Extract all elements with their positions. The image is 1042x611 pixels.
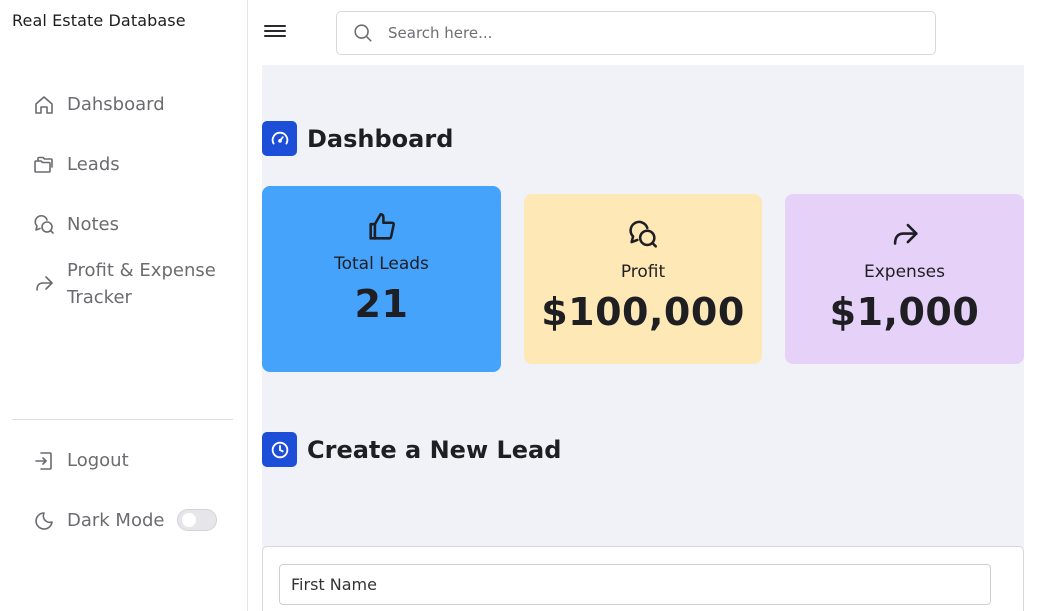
toggle-knob [182, 513, 196, 527]
share-arrow-icon [32, 272, 56, 296]
dark-mode-toggle[interactable] [177, 509, 217, 531]
folders-icon [32, 153, 56, 177]
dark-mode-label: Dark Mode [67, 510, 165, 531]
page-title: Dashboard [307, 124, 454, 153]
menu-toggle-icon[interactable] [263, 22, 287, 42]
sidebar-item-label: Dahsboard [67, 94, 165, 115]
first-name-field[interactable] [279, 564, 991, 605]
chat-bubbles-icon [524, 218, 762, 252]
speedometer-icon [262, 121, 297, 156]
card-label: Profit [620, 262, 666, 282]
sidebar: Real Estate Database Dahsboard Leads Not… [0, 0, 248, 611]
brand-title: Real Estate Database [12, 11, 186, 30]
dashboard-header: Dashboard [262, 121, 453, 156]
sidebar-item-label: Leads [67, 154, 120, 175]
card-value: $100,000 [541, 290, 745, 334]
card-value: $1,000 [829, 290, 980, 334]
sidebar-item-notes[interactable]: Notes [32, 211, 119, 238]
logout-icon [32, 449, 56, 473]
card-label: Expenses [864, 262, 945, 282]
thumbs-up-icon [262, 210, 501, 244]
sidebar-item-label: Notes [67, 214, 119, 235]
dark-mode-row: Dark Mode [32, 507, 164, 534]
logout-label: Logout [67, 450, 129, 471]
expenses-card[interactable]: Expenses $1,000 [785, 194, 1024, 364]
sidebar-item-leads[interactable]: Leads [32, 151, 120, 178]
home-icon [32, 93, 56, 117]
logout-button[interactable]: Logout [32, 447, 129, 474]
search-icon [352, 22, 374, 44]
sidebar-item-dashboard[interactable]: Dahsboard [32, 91, 165, 118]
share-arrow-icon [785, 218, 1024, 252]
section-title: Create a New Lead [307, 435, 562, 464]
total-leads-card[interactable]: Total Leads 21 [262, 186, 501, 372]
search-bar [336, 11, 936, 55]
main-content: Dashboard Total Leads 21 Profit $100,000… [262, 65, 1024, 611]
create-lead-header: Create a New Lead [262, 432, 561, 467]
search-input[interactable] [388, 24, 888, 42]
create-lead-form [262, 546, 1024, 611]
sidebar-item-label: Profit & Expense Tracker [67, 260, 216, 308]
app-root: Real Estate Database Dahsboard Leads Not… [0, 0, 1042, 611]
clock-icon [262, 432, 297, 467]
sidebar-divider [12, 419, 233, 420]
chat-bubbles-icon [32, 213, 56, 237]
moon-icon [32, 509, 56, 533]
card-value: 21 [354, 282, 409, 326]
profit-card[interactable]: Profit $100,000 [524, 194, 762, 364]
card-label: Total Leads [334, 254, 429, 274]
sidebar-item-profit-expense-tracker[interactable]: Profit & Expense Tracker [32, 257, 227, 311]
